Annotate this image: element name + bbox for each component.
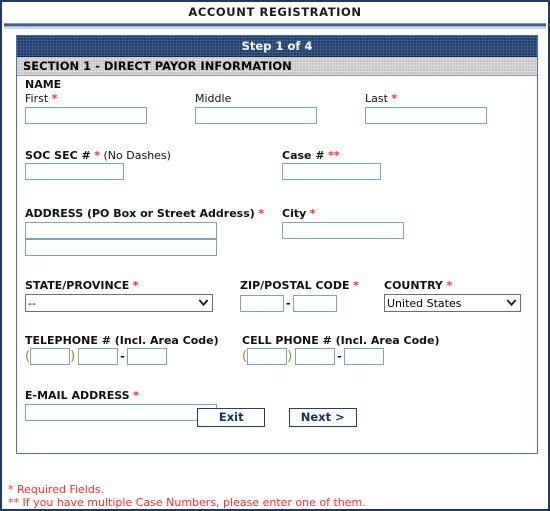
email-required-marker: * (133, 389, 139, 402)
state-province-required-marker: * (132, 279, 139, 292)
step-indicator-bar: Step 1 of 4 (17, 36, 537, 57)
exit-button[interactable]: Exit (197, 408, 266, 427)
soc-sec-label: SOC SEC # (25, 149, 91, 162)
footnote-required-fields: * Required Fields. (8, 483, 105, 496)
country-select-wrapper[interactable]: United States (384, 294, 521, 312)
zip-code-input[interactable] (240, 295, 284, 312)
soc-sec-required-marker: * (94, 149, 100, 162)
zip-separator: - (286, 297, 291, 310)
footnotes: * Required Fields. ** If you have multip… (8, 483, 366, 509)
state-province-select[interactable]: -- (25, 294, 213, 312)
cellphone-close-paren: ) (287, 349, 293, 364)
cellphone-line-number-input[interactable] (343, 348, 384, 365)
address-line1-input[interactable] (25, 222, 217, 239)
case-number-input[interactable] (282, 163, 381, 180)
telephone-separator: - (120, 350, 125, 363)
soc-sec-input[interactable] (25, 163, 124, 180)
case-number-required-marker: ** (328, 149, 340, 162)
page-frame: ACCOUNT REGISTRATION Step 1 of 4 SECTION… (0, 0, 550, 511)
next-button[interactable]: Next > (288, 408, 357, 427)
cellphone-label: CELL PHONE # (Incl. Area Code) (242, 334, 440, 347)
registration-form-container: Step 1 of 4 SECTION 1 - DIRECT PAYOR INF… (16, 35, 538, 454)
zip-postal-required-marker: * (353, 279, 359, 292)
city-required-marker: * (309, 207, 316, 220)
zip-postal-label: ZIP/POSTAL CODE (240, 279, 350, 292)
state-province-select-wrapper[interactable]: -- (25, 294, 213, 312)
country-required-marker: * (446, 279, 453, 292)
cellphone-area-code-input[interactable] (247, 348, 288, 365)
address-line2-input[interactable] (25, 239, 217, 256)
last-name-input[interactable] (365, 107, 487, 124)
state-province-label: STATE/PROVINCE (25, 279, 130, 292)
country-select[interactable]: United States (384, 294, 521, 312)
address-required-marker: * (258, 207, 265, 220)
city-input[interactable] (282, 222, 404, 239)
first-name-required-marker: * (51, 92, 58, 105)
form-actions: Exit Next > (17, 408, 537, 427)
case-number-label: Case # (282, 149, 325, 162)
footnote-case-numbers: ** If you have multiple Case Numbers, pl… (8, 496, 366, 509)
cellphone-separator: - (337, 350, 342, 363)
zip-extension-input[interactable] (292, 295, 337, 312)
city-label: City (282, 207, 307, 220)
email-label: E-MAIL ADDRESS (25, 389, 130, 402)
first-name-label: First (25, 92, 49, 105)
last-name-label: Last (365, 92, 388, 105)
page-title: ACCOUNT REGISTRATION (188, 5, 362, 19)
telephone-area-code-input[interactable] (30, 348, 71, 365)
title-divider (4, 22, 546, 29)
telephone-line-number-input[interactable] (126, 348, 167, 365)
last-name-required-marker: * (391, 92, 398, 105)
soc-sec-note: (No Dashes) (103, 149, 171, 162)
middle-name-input[interactable] (195, 107, 317, 124)
address-label: ADDRESS (PO Box or Street Address) (25, 207, 255, 220)
cellphone-prefix-input[interactable] (295, 348, 336, 365)
telephone-label: TELEPHONE # (Incl. Area Code) (25, 334, 219, 347)
country-label: COUNTRY (384, 279, 443, 292)
telephone-close-paren: ) (70, 349, 76, 364)
first-name-input[interactable] (25, 107, 147, 124)
name-group-label: NAME (25, 78, 62, 91)
middle-name-label: Middle (195, 92, 232, 105)
form-body: NAME First * Middle Last * SOC SEC # * (… (17, 76, 537, 453)
telephone-prefix-input[interactable] (78, 348, 119, 365)
section-header-bar: SECTION 1 - DIRECT PAYOR INFORMATION (17, 57, 537, 76)
